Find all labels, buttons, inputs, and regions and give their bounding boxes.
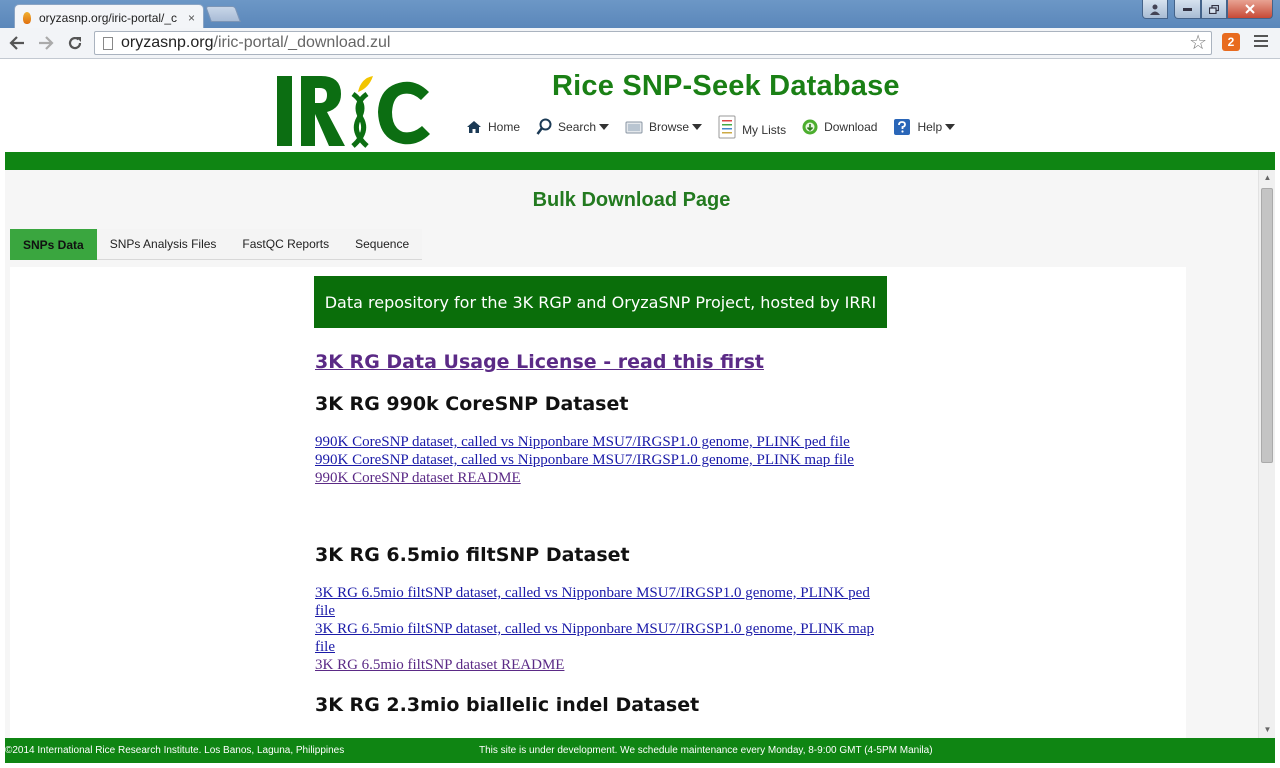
page-scrollbar[interactable]: ▲ ▼ — [1258, 170, 1275, 738]
repository-banner: Data repository for the 3K RGP and Oryza… — [314, 276, 887, 328]
chevron-down-icon — [692, 124, 703, 130]
tab-panel-snps-data: Data repository for the 3K RGP and Oryza… — [10, 267, 1186, 738]
nav-search-label: Search — [558, 120, 597, 134]
site-favicon-icon — [23, 11, 31, 24]
browser-tab-title: oryzasnp.org/iric-portal/_c — [39, 10, 178, 25]
page-icon — [103, 36, 113, 50]
download-link[interactable]: 990K CoreSNP dataset, called vs Nipponba… — [315, 451, 885, 469]
url-path: /iric-portal/_download.zul — [213, 34, 391, 51]
site-footer: ©2014 International Rice Research Instit… — [5, 738, 1275, 763]
reload-icon[interactable] — [63, 31, 87, 55]
main-nav: Home Search Browse My Lists Download Hel… — [466, 114, 971, 140]
dataset-title: 3K RG 6.5mio filtSNP Dataset — [315, 544, 630, 566]
nav-download[interactable]: Download — [802, 119, 877, 135]
nav-search[interactable]: Search — [536, 118, 610, 136]
star-icon[interactable]: ☆ — [1189, 32, 1207, 54]
nav-help[interactable]: Help — [893, 118, 956, 136]
dataset-links: 3K RG 6.5mio filtSNP dataset, called vs … — [315, 584, 885, 674]
minimize-window-button[interactable] — [1174, 0, 1201, 19]
browser-titlebar: oryzasnp.org/iric-portal/_c × — [0, 0, 1280, 30]
site-title: Rice SNP-Seek Database — [552, 70, 900, 102]
tab-close-icon[interactable]: × — [188, 11, 195, 25]
download-link[interactable]: 3K RG 6.5mio filtSNP dataset, called vs … — [315, 620, 885, 656]
url-host: oryzasnp.org — [121, 34, 214, 51]
tab-fastqc-reports[interactable]: FastQC Reports — [229, 229, 343, 260]
nav-mylists[interactable]: My Lists — [718, 115, 786, 139]
dataset-title: 3K RG 2.3mio biallelic indel Dataset — [315, 694, 700, 716]
readme-link[interactable]: 3K RG 6.5mio filtSNP dataset README — [315, 656, 885, 674]
nav-mylists-label: My Lists — [742, 123, 787, 137]
tab-snps-analysis-files[interactable]: SNPs Analysis Files — [96, 229, 230, 260]
readme-link[interactable]: 990K CoreSNP dataset README — [315, 469, 885, 487]
tab-snps-data[interactable]: SNPs Data — [10, 229, 97, 260]
footer-copyright: ©2014 International Rice Research Instit… — [5, 745, 345, 756]
download-icon — [802, 119, 818, 135]
nav-browse[interactable]: Browse — [625, 120, 703, 134]
nav-help-label: Help — [917, 120, 943, 134]
help-icon — [893, 118, 911, 136]
nav-browse-label: Browse — [649, 120, 690, 134]
back-arrow-icon[interactable] — [5, 31, 29, 55]
scroll-down-arrow-icon[interactable]: ▼ — [1259, 722, 1276, 738]
dataset-title: 3K RG 990k CoreSNP Dataset — [315, 393, 629, 415]
license-link[interactable]: 3K RG Data Usage License - read this fir… — [315, 351, 764, 373]
new-tab-button[interactable] — [205, 6, 241, 22]
tab-sequence[interactable]: Sequence — [342, 229, 423, 260]
nav-download-label: Download — [824, 120, 878, 134]
download-tabs: SNPs Data SNPs Analysis Files FastQC Rep… — [10, 229, 423, 260]
site-header: Rice SNP-Seek Database Home Search Brows… — [0, 60, 1280, 152]
header-divider-band — [5, 152, 1275, 170]
user-profile-icon[interactable] — [1142, 0, 1168, 19]
footer-maintenance-notice: This site is under development. We sched… — [479, 745, 933, 756]
address-bar[interactable]: oryzasnp.org/iric-portal/_download.zul ☆ — [94, 31, 1212, 55]
extension-icon[interactable]: 2 — [1222, 33, 1240, 51]
forward-arrow-icon[interactable] — [34, 31, 58, 55]
download-link[interactable]: 990K CoreSNP dataset, called vs Nipponba… — [315, 433, 885, 451]
restore-window-button[interactable] — [1201, 0, 1227, 19]
browser-toolbar: oryzasnp.org/iric-portal/_download.zul ☆… — [0, 28, 1280, 59]
list-icon — [718, 115, 736, 139]
hamburger-menu-icon[interactable] — [1254, 35, 1268, 50]
chevron-down-icon — [945, 124, 956, 130]
url-text[interactable]: oryzasnp.org/iric-portal/_download.zul — [121, 34, 390, 52]
chevron-down-icon — [599, 124, 610, 130]
dataset-links: 990K CoreSNP dataset, called vs Nipponba… — [315, 433, 885, 487]
nav-home[interactable]: Home — [466, 120, 520, 134]
scrollbar-thumb[interactable] — [1261, 188, 1273, 463]
browser-tab[interactable]: oryzasnp.org/iric-portal/_c × — [14, 4, 204, 30]
nav-home-label: Home — [488, 120, 521, 134]
scroll-up-arrow-icon[interactable]: ▲ — [1259, 170, 1276, 186]
close-window-button[interactable] — [1227, 0, 1273, 19]
search-icon — [536, 118, 552, 136]
page-title: Bulk Download Page — [532, 189, 731, 211]
main-content: Bulk Download Page SNPs Data SNPs Analys… — [5, 170, 1258, 738]
home-icon — [466, 120, 482, 134]
browse-icon — [625, 120, 643, 134]
iric-logo[interactable] — [275, 74, 435, 150]
download-link[interactable]: 3K RG 6.5mio filtSNP dataset, called vs … — [315, 584, 885, 620]
